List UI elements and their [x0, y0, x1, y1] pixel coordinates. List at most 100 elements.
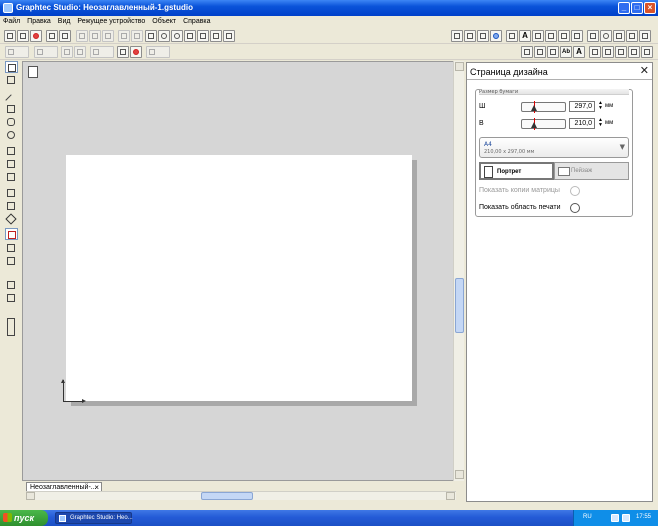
minimize-button[interactable]: _ [618, 2, 630, 14]
width-spinner-icon[interactable]: ▲ ▼ [598, 101, 603, 111]
page-view-icon[interactable] [5, 279, 18, 291]
close-button[interactable]: × [644, 2, 656, 14]
scroll-down-arrow[interactable] [455, 470, 464, 479]
weld-icon[interactable] [61, 46, 73, 58]
height-input[interactable]: 210,0 [569, 118, 595, 129]
start-button[interactable]: пуск [0, 510, 48, 526]
ungroup-icon[interactable] [34, 46, 58, 58]
shape-fill-icon[interactable] [490, 30, 502, 42]
menu-view[interactable]: Вид [55, 16, 73, 25]
text-tool-icon[interactable] [5, 228, 18, 240]
zoom-in-icon[interactable] [158, 30, 170, 42]
design-page[interactable] [66, 155, 412, 401]
curve-tool-icon[interactable] [5, 145, 18, 157]
taskbar-item[interactable]: Graphtec Studio: Нео... [55, 512, 133, 524]
language-indicator[interactable]: RU [583, 514, 592, 520]
vertical-scrollbar[interactable] [453, 61, 464, 481]
print-icon[interactable] [46, 30, 58, 42]
grid-icon[interactable] [464, 30, 476, 42]
zoom-page-icon[interactable] [197, 30, 209, 42]
no-entry-icon[interactable] [600, 30, 612, 42]
page-setup-icon[interactable] [451, 30, 463, 42]
scroll-right-arrow[interactable] [446, 492, 455, 500]
rounded-rectangle-tool-icon[interactable] [5, 116, 18, 128]
registration-icon[interactable] [477, 30, 489, 42]
align-icon[interactable] [521, 46, 533, 58]
height-spinner-icon[interactable]: ▲ ▼ [598, 118, 603, 128]
polygon-tool-icon[interactable] [5, 200, 18, 212]
menu-cutter[interactable]: Режущее устройство [74, 16, 147, 25]
scroll-left-arrow[interactable] [26, 492, 35, 500]
zoom-area-icon[interactable] [184, 30, 196, 42]
edit-points-tool-icon[interactable] [5, 74, 18, 86]
menu-file[interactable]: Файл [0, 16, 22, 25]
knife-tool-icon[interactable] [5, 255, 18, 267]
horizontal-scroll-thumb[interactable] [201, 492, 253, 500]
scroll-up-arrow[interactable] [455, 62, 464, 71]
show-matrix-copies-checkbox[interactable] [570, 186, 580, 196]
panel-close-icon[interactable]: ✕ [640, 64, 649, 77]
delete-icon[interactable] [74, 46, 86, 58]
network-tray-icon[interactable] [611, 514, 619, 522]
paper-size-select[interactable]: A4 210,00 x 297,00 мм ▼ [479, 137, 629, 158]
hand-icon[interactable] [145, 30, 157, 42]
stop-icon[interactable] [130, 46, 142, 58]
open-folder-icon[interactable] [17, 30, 29, 42]
volume-tray-icon[interactable] [622, 514, 630, 522]
font-size-icon[interactable] [602, 46, 614, 58]
group-icon[interactable] [5, 46, 29, 58]
pencil-tool-icon[interactable] [5, 171, 18, 183]
copy-pages-icon[interactable] [613, 30, 625, 42]
star-tool-icon[interactable] [5, 213, 18, 225]
texture-icon[interactable] [641, 46, 653, 58]
replicate-icon[interactable] [532, 30, 544, 42]
transform-icon[interactable] [545, 30, 557, 42]
paste-icon[interactable] [89, 30, 101, 42]
chevron-down-icon[interactable]: ▼ [620, 143, 625, 151]
line-tool-icon[interactable] [5, 90, 18, 106]
font-icon[interactable]: Ab [560, 46, 572, 58]
text-path-icon[interactable]: A [573, 46, 585, 58]
landscape-button[interactable]: Пейзаж [554, 162, 629, 180]
menu-help[interactable]: Справка [180, 16, 212, 25]
pen-settings-icon[interactable] [589, 46, 601, 58]
make-compound-icon[interactable] [90, 46, 114, 58]
show-print-area-checkbox[interactable] [570, 203, 580, 213]
menu-object[interactable]: Объект [149, 16, 178, 25]
zoom-fit-icon[interactable] [210, 30, 222, 42]
knife-icon[interactable] [571, 30, 583, 42]
select-tool-icon[interactable] [5, 61, 18, 73]
cutter-settings-icon[interactable] [639, 30, 651, 42]
copy-icon[interactable] [76, 30, 88, 42]
arrange-icon[interactable] [146, 46, 170, 58]
trace-icon[interactable] [587, 30, 599, 42]
zoom-selection-icon[interactable] [223, 30, 235, 42]
redo-icon[interactable] [131, 30, 143, 42]
rectangle-tool-icon[interactable] [5, 103, 18, 115]
maximize-button[interactable]: □ [631, 2, 643, 14]
undo-icon[interactable] [118, 30, 130, 42]
vertical-scroll-thumb[interactable] [455, 278, 464, 333]
spacing-icon[interactable] [547, 46, 559, 58]
flip-icon[interactable] [117, 46, 129, 58]
height-slider[interactable] [521, 118, 566, 130]
eraser-tool-icon[interactable] [5, 242, 18, 254]
table-icon[interactable] [534, 46, 546, 58]
save-icon[interactable] [30, 30, 42, 42]
ellipse-tool-icon[interactable] [5, 129, 18, 141]
design-canvas[interactable] [22, 61, 464, 481]
offset-icon[interactable] [558, 30, 570, 42]
line-style-icon[interactable] [506, 30, 518, 42]
portrait-button[interactable]: Портрет [479, 162, 554, 180]
width-input[interactable]: 297,0 [569, 101, 595, 112]
polyline-tool-icon[interactable] [5, 187, 18, 199]
horizontal-scrollbar[interactable] [26, 491, 456, 500]
cutting-view-icon[interactable] [5, 292, 18, 304]
zoom-out-icon[interactable] [171, 30, 183, 42]
send-to-cutter-icon[interactable] [59, 30, 71, 42]
bezier-tool-icon[interactable] [5, 158, 18, 170]
menu-edit[interactable]: Правка [24, 16, 53, 25]
cut-icon[interactable] [102, 30, 114, 42]
library-icon[interactable] [626, 30, 638, 42]
width-slider[interactable] [521, 101, 566, 113]
